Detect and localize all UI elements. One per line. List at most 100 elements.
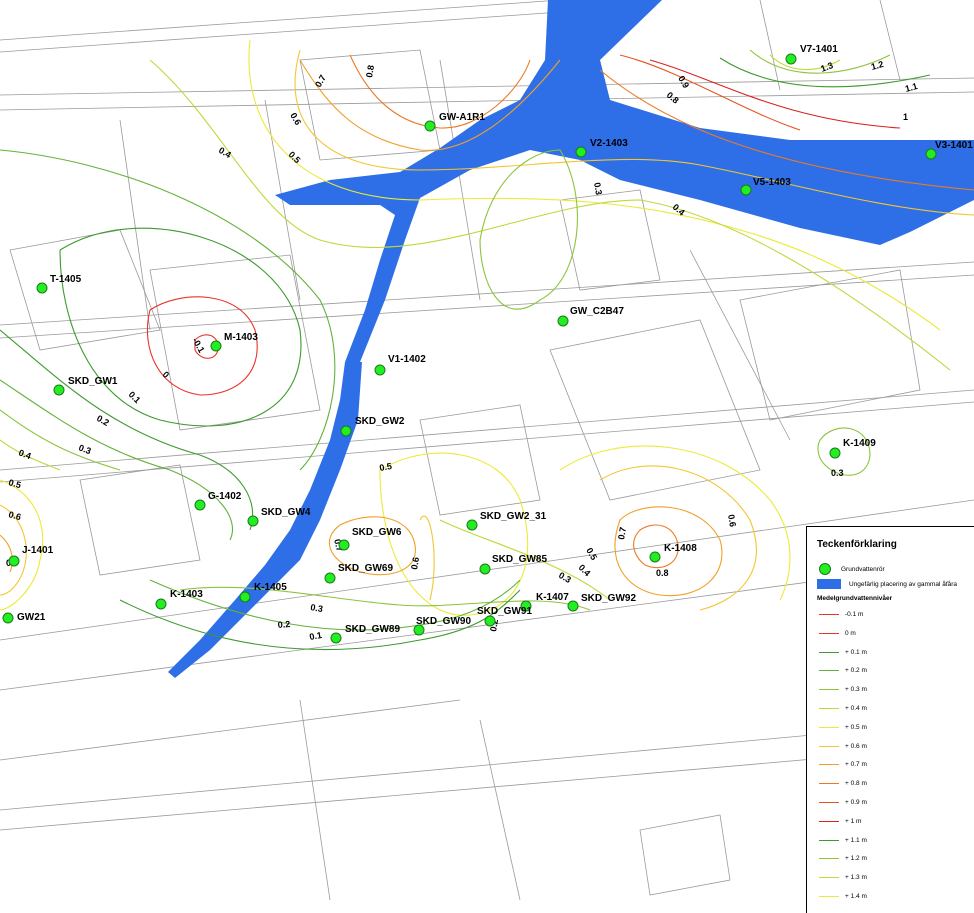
well-marker[interactable]: SKD_GW85 [479,554,547,575]
contour-label: 0.3 [310,602,324,614]
well-marker[interactable]: M-1403 [210,332,258,352]
well-label: J-1401 [22,545,54,556]
legend-level-row: + 0.2 m [819,667,867,674]
contour-label: 0.1 [127,389,143,405]
well-label: SKD_GW2_31 [480,511,547,522]
contour-label: 0.4 [671,202,687,218]
contour-label: 0.2 [277,619,290,630]
well-label: SKD_GW6 [352,527,402,538]
level-line-icon [819,745,839,747]
well-label: SKD_GW4 [261,507,311,518]
well-marker[interactable]: J-1401 [8,545,54,567]
well-marker[interactable]: T-1405 [36,274,82,294]
legend-level-row: + 1.3 m [819,874,867,881]
well-marker[interactable]: SKD_GW90 [413,616,471,636]
well-label: V5-1403 [753,177,791,188]
contour-label: 0.7 [616,526,628,540]
contour-label: 0.3 [77,442,92,456]
contour-label: 0.5 [287,149,303,165]
legend-level-label: + 1.2 m [845,855,867,863]
legend-level-row: + 1.4 m [819,893,867,900]
well-label: V1-1402 [388,354,426,365]
level-line-icon [819,651,839,653]
well-marker[interactable]: SKD_GW89 [330,624,400,644]
legend-level-label: + 0.2 m [845,667,867,675]
well-label: SKD_GW90 [416,616,471,627]
well-marker[interactable]: SKD_GW1 [53,376,118,396]
contour-label: 0.8 [364,64,376,78]
contour-label: 1.2 [870,59,885,72]
well-marker[interactable]: SKD_GW69 [324,563,393,584]
contour-0.6-c [419,515,435,601]
level-line-icon [819,802,839,803]
level-line-icon [819,632,839,634]
level-line-icon [819,820,839,822]
legend-level-label: + 1.4 m [845,893,867,900]
contour-label: 0.4 [17,447,32,461]
contour-label: 1.1 [904,81,919,94]
contour-label: 0.6 [7,509,22,522]
contour-label: 0.7 [313,73,328,89]
level-line-icon [819,783,839,785]
well-label: SKD_GW91 [477,606,532,617]
well-label: K-1405 [254,582,287,593]
contour-label: 0.3 [557,570,573,585]
contour-label: 0.6 [409,556,421,570]
level-line-icon [819,877,839,879]
well-marker[interactable]: SKD_GW92 [567,593,636,612]
contour-label: -0.1 [190,336,206,354]
well-label: T-1405 [50,274,82,285]
well-label: SKD_GW92 [581,593,636,604]
level-line-icon [819,839,839,841]
legend-level-label: + 1.3 m [845,874,867,882]
well-label: K-1407 [536,592,569,603]
well-label: V2-1403 [590,138,628,149]
legend-level-row: -0.1 m [819,611,863,618]
well-marker[interactable]: V1-1402 [374,354,426,376]
contour-0.3-k1409 [817,427,871,476]
legend-level-label: + 0.1 m [845,648,867,656]
well-marker[interactable]: K-1409 [829,438,876,459]
level-line-icon [819,764,839,766]
well-marker[interactable]: SKD_GW2_31 [466,511,547,531]
legend-level-row: + 0.5 m [819,724,867,731]
well-label: GW-A1R1 [439,112,485,123]
well-label: SKD_GW1 [68,376,118,387]
legend-level-row: + 1 m [819,818,861,825]
contour-label: 0.3 [592,182,604,196]
legend-level-label: + 0.5 m [845,723,867,731]
legend: Teckenförklaring Grundvattenrör Ungefärl… [806,526,974,913]
legend-level-heading: Medelgrundvattennivåer [817,595,893,602]
legend-level-label: + 0.3 m [845,686,867,694]
contour-label: 0.6 [726,514,738,528]
well-marker[interactable]: GW21 [2,612,46,624]
contour-label: 0.8 [656,568,669,578]
contour-0.5-e [559,445,791,601]
channel-main [275,0,974,362]
level-line-icon [819,670,839,672]
well-marker[interactable]: SKD_GW6 [338,527,402,551]
legend-channel-label: Ungefärlig placering av gammal åfåra [849,580,958,588]
well-label: SKD_GW2 [355,416,405,427]
level-line-icon [819,614,839,615]
legend-channel-row: Ungefärlig placering av gammal åfåra [817,579,957,589]
legend-level-row: + 0.4 m [819,705,867,712]
well-marker[interactable]: GW_C2B47 [557,306,624,327]
well-label: K-1403 [170,589,203,600]
contour-label: 0.8 [665,90,681,106]
well-marker[interactable]: K-1403 [155,589,203,610]
well-marker[interactable]: G-1402 [194,491,242,511]
legend-level-label: 0 m [845,629,856,637]
well-marker[interactable]: K-1405 [239,582,287,603]
legend-level-row: + 0.3 m [819,686,867,693]
legend-level-row: + 0.1 m [819,649,867,656]
well-symbol-icon [819,563,831,575]
well-label: SKD_GW69 [338,563,393,574]
legend-level-label: + 1 m [845,817,862,825]
well-label: M-1403 [224,332,258,343]
legend-level-label: + 0.7 m [845,761,867,769]
contour-label: 0.5 [7,477,22,490]
contour-label: 0.6 [288,111,303,127]
contour-label: 0.4 [217,145,233,160]
well-label: K-1408 [664,543,697,554]
